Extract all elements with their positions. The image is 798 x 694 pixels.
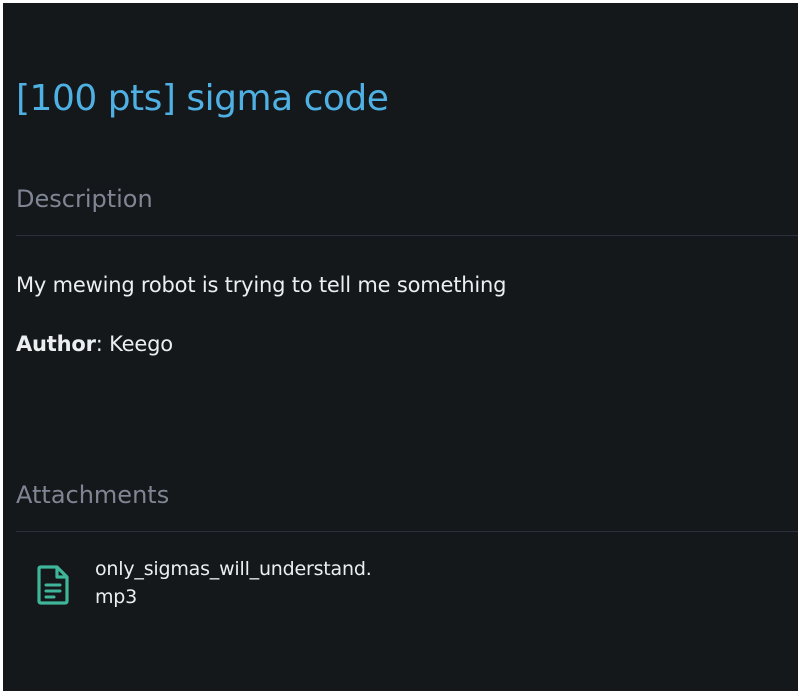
description-heading: Description	[16, 185, 153, 213]
author-name: Keego	[109, 332, 173, 356]
challenge-title: [100 pts] sigma code	[16, 78, 389, 119]
attachment-filename-part1: only_sigmas_will_understand.	[95, 558, 372, 580]
description-text: My mewing robot is trying to tell me som…	[16, 273, 507, 297]
challenge-panel: [100 pts] sigma code Description My mewi…	[3, 3, 798, 691]
attachment-file-link[interactable]: only_sigmas_will_understand. mp3	[31, 551, 451, 621]
attachments-divider	[16, 531, 798, 532]
attachment-filename[interactable]: only_sigmas_will_understand. mp3	[95, 555, 435, 611]
author-label: Author	[16, 332, 96, 356]
file-document-icon	[36, 564, 70, 606]
attachments-heading: Attachments	[16, 481, 170, 509]
description-divider	[16, 235, 798, 236]
attachment-filename-part2: mp3	[95, 586, 138, 608]
author-separator: :	[95, 332, 110, 356]
author-line: Author: Keego	[16, 330, 173, 358]
